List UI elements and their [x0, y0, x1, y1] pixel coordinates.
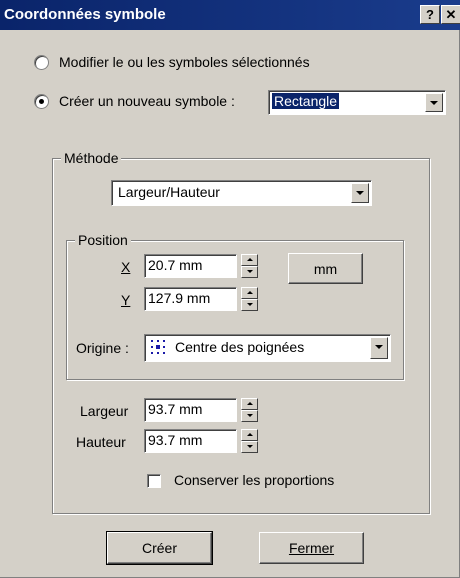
radio-create-row[interactable]: Créer un nouveau symbole :: [34, 93, 235, 109]
spin-down-icon[interactable]: [241, 441, 258, 453]
position-group-label: Position: [75, 232, 131, 248]
chevron-down-icon[interactable]: [425, 93, 443, 112]
spin-down-icon[interactable]: [241, 299, 258, 311]
origin-label: Origine :: [76, 340, 129, 356]
method-dropdown[interactable]: Largeur/Hauteur: [111, 180, 372, 206]
keep-ratio-checkbox[interactable]: [147, 474, 161, 488]
height-field[interactable]: 93.7 mm: [144, 429, 237, 453]
create-button[interactable]: Créer: [106, 531, 213, 565]
chevron-down-icon[interactable]: [351, 183, 369, 203]
title-bar[interactable]: Coordonnées symbole ? ✕: [0, 0, 460, 30]
keep-ratio-label[interactable]: Conserver les proportions: [174, 472, 334, 488]
spin-down-icon[interactable]: [241, 266, 258, 278]
y-field-value: 127.9 mm: [148, 290, 211, 306]
method-group-label: Méthode: [61, 150, 122, 166]
radio-create-label: Créer un nouveau symbole :: [59, 93, 235, 109]
height-label: Hauteur: [76, 434, 126, 450]
x-label: X: [121, 259, 131, 275]
unit-button[interactable]: mm: [288, 253, 363, 284]
radio-modify-label: Modifier le ou les symboles sélectionnés: [59, 54, 310, 70]
height-field-value: 93.7 mm: [148, 432, 203, 448]
radio-selected-dot: [39, 98, 44, 104]
width-spinner[interactable]: [241, 398, 258, 422]
width-field[interactable]: 93.7 mm: [144, 398, 237, 422]
spin-up-icon[interactable]: [241, 254, 258, 266]
origin-grid-icon: [151, 340, 165, 354]
close-button-label: Fermer: [288, 540, 335, 556]
spin-down-icon[interactable]: [241, 410, 258, 422]
spin-up-icon[interactable]: [241, 398, 258, 410]
y-spinner[interactable]: [241, 287, 258, 311]
width-field-value: 93.7 mm: [148, 401, 203, 417]
x-field[interactable]: 20.7 mm: [144, 254, 237, 278]
dialog-window: Coordonnées symbole ? ✕ Modifier le ou l…: [0, 0, 460, 578]
width-label: Largeur: [80, 403, 129, 419]
spin-up-icon[interactable]: [241, 287, 258, 299]
x-spinner[interactable]: [241, 254, 258, 278]
method-dropdown-value: Largeur/Hauteur: [118, 184, 220, 200]
origin-dropdown-value: Centre des poignées: [175, 339, 305, 355]
close-window-button[interactable]: ✕: [441, 5, 460, 24]
shape-dropdown-value: Rectangle: [270, 92, 341, 110]
y-field[interactable]: 127.9 mm: [144, 287, 237, 311]
radio-modify-row[interactable]: Modifier le ou les symboles sélectionnés: [34, 54, 310, 70]
origin-dropdown[interactable]: Centre des poignées: [144, 334, 391, 362]
spin-up-icon[interactable]: [241, 429, 258, 441]
window-title: Coordonnées symbole: [4, 6, 166, 23]
help-button[interactable]: ?: [420, 5, 440, 24]
height-spinner[interactable]: [241, 429, 258, 453]
create-button-label: Créer: [141, 540, 177, 556]
radio-modify[interactable]: [34, 54, 49, 70]
close-button[interactable]: Fermer: [259, 532, 364, 564]
x-field-value: 20.7 mm: [148, 257, 203, 273]
unit-button-label: mm: [313, 261, 338, 277]
shape-dropdown[interactable]: Rectangle: [268, 90, 446, 115]
radio-create[interactable]: [34, 93, 49, 109]
y-label: Y: [121, 292, 131, 308]
chevron-down-icon[interactable]: [370, 337, 388, 359]
